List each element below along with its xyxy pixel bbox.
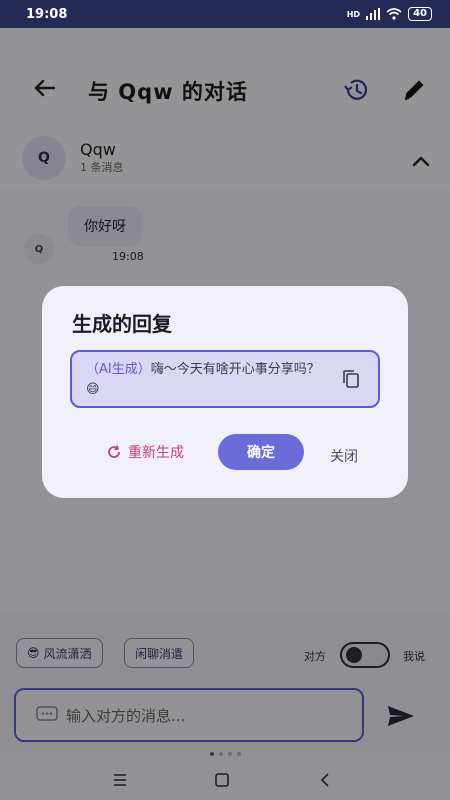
battery-icon: 40 [408, 7, 432, 21]
regenerate-label: 重新生成 [128, 445, 184, 461]
signal-hd-icon: HD [346, 9, 361, 19]
generated-reply-box[interactable]: （AI生成）嗨～今天有啥开心事分享吗？😄 [70, 350, 380, 408]
status-bar: 19:08 HD 40 [0, 0, 450, 28]
close-button[interactable]: 关闭 [330, 446, 358, 466]
reply-text: （AI生成）嗨～今天有啥开心事分享吗？😄 [86, 360, 326, 400]
status-time: 19:08 [26, 6, 68, 22]
ai-generated-tag: （AI生成） [86, 362, 151, 377]
dialog-title: 生成的回复 [72, 312, 172, 336]
status-icons: HD 40 [347, 7, 432, 21]
wifi-icon [386, 8, 402, 20]
regenerate-button[interactable]: 重新生成 [106, 442, 184, 462]
signal-icon [366, 8, 381, 20]
copy-button[interactable] [340, 368, 362, 390]
confirm-button[interactable]: 确定 [218, 434, 304, 470]
generated-reply-dialog: 生成的回复 （AI生成）嗨～今天有啥开心事分享吗？😄 重新生成 确定 关闭 [42, 286, 408, 498]
copy-icon [343, 370, 359, 388]
refresh-icon [108, 445, 120, 458]
